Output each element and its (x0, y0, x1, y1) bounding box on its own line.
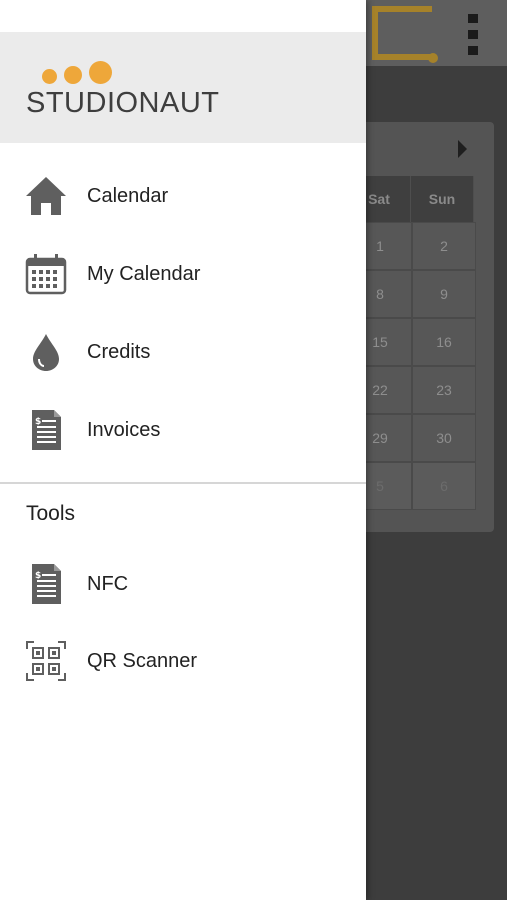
menu-item-calendar[interactable]: Calendar (0, 161, 366, 231)
svg-text:$: $ (35, 417, 41, 427)
menu-item-label: Credits (87, 340, 151, 363)
invoice-icon: $ (25, 407, 67, 453)
home-icon (25, 173, 67, 219)
section-divider (0, 482, 366, 484)
qr-icon (25, 638, 67, 684)
menu-item-label: My Calendar (87, 262, 201, 285)
calendar-day[interactable]: 23 (412, 366, 476, 414)
calendar-day[interactable]: 6 (412, 462, 476, 510)
menu-item-label: QR Scanner (87, 649, 198, 672)
navigation-drawer: STUDIONAUT Calendar My Calendar Credits … (0, 0, 366, 900)
drop-icon (25, 329, 67, 375)
brand-name: STUDIONAUT (26, 87, 220, 119)
calendar-day[interactable]: 2 (412, 222, 476, 270)
menu-item-label: Invoices (87, 418, 161, 441)
calendar-day[interactable]: 9 (412, 270, 476, 318)
menu-item-my-calendar[interactable]: My Calendar (0, 239, 366, 309)
svg-text:$: $ (35, 571, 41, 581)
menu-item-nfc[interactable]: $ NFC (0, 549, 366, 619)
next-month-icon[interactable] (458, 140, 467, 158)
menu-item-qr-scanner[interactable]: QR Scanner (0, 626, 366, 696)
calendar-icon (25, 251, 67, 297)
tools-section-title: Tools (26, 502, 76, 525)
calendar-day[interactable]: 16 (412, 318, 476, 366)
menu-item-invoices[interactable]: $ Invoices (0, 395, 366, 465)
invoice-icon: $ (25, 561, 67, 607)
menu-item-label: Calendar (87, 184, 169, 207)
app-logo-icon (372, 6, 432, 60)
menu-item-credits[interactable]: Credits (0, 317, 366, 387)
kebab-menu-icon[interactable] (468, 14, 480, 58)
calendar-day[interactable]: 30 (412, 414, 476, 462)
app-logo-dot (428, 53, 438, 63)
calendar-grid: Sat Sun 1 2 8 9 15 16 22 23 29 30 5 6 (348, 176, 476, 510)
menu-item-label: NFC (87, 572, 129, 595)
weekday-header-sun: Sun (411, 176, 474, 222)
